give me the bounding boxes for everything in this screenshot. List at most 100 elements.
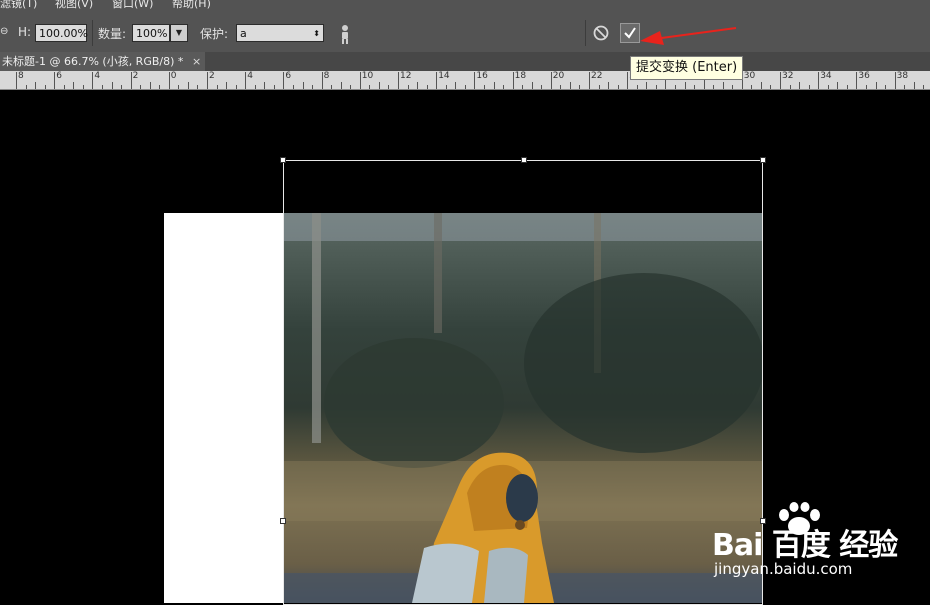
menu-bar: 滤镜(T) 视图(V) 窗口(W) 帮助(H) [0, 0, 930, 14]
ruler-label: 34 [820, 71, 832, 81]
ruler-minor-tick [226, 82, 228, 89]
ruler-minor-tick [770, 85, 772, 89]
protect-select[interactable]: a ⬍ [236, 24, 324, 42]
ruler-minor-tick [923, 85, 925, 89]
ruler-minor-tick [140, 85, 142, 89]
ruler-label: 4 [247, 71, 253, 81]
ruler-minor-tick [846, 85, 848, 89]
ruler-label: 2 [209, 71, 215, 81]
ruler-minor-tick [388, 85, 390, 89]
ruler-minor-tick [531, 82, 533, 89]
ruler-minor-tick [331, 85, 333, 89]
ruler-minor-tick [426, 85, 428, 89]
ruler-major-tick [321, 72, 323, 89]
ruler-minor-tick [417, 82, 419, 89]
ruler-label: 10 [361, 71, 374, 81]
ruler-major-tick [16, 72, 17, 89]
ruler-major-tick [207, 72, 208, 89]
ruler-minor-tick [674, 85, 676, 89]
transform-handle-middle-left[interactable] [280, 518, 286, 524]
ruler-minor-tick [273, 85, 275, 89]
quantity-input[interactable]: 100% [132, 24, 170, 42]
ruler-minor-tick [111, 82, 113, 89]
transform-handle-top-left[interactable] [280, 157, 286, 163]
menu-view[interactable]: 视图(V) [55, 0, 93, 11]
ruler-minor-tick [799, 82, 801, 89]
ruler-minor-tick [904, 85, 906, 89]
options-bar: ⊖ H: 100.00% 数量: 100% ▼ 保护: a ⬍ [0, 14, 930, 53]
ruler-minor-tick [312, 85, 314, 89]
ruler-minor-tick [455, 82, 457, 89]
document-tab[interactable]: 未标题-1 @ 66.7% (小孩, RGB/8) * × [0, 52, 205, 71]
ruler-minor-tick [340, 82, 342, 89]
ruler-minor-tick [101, 85, 103, 89]
ruler-label: 36 [858, 71, 870, 81]
ruler-minor-tick [827, 85, 829, 89]
select-arrows-icon: ⬍ [313, 29, 320, 38]
commit-checkmark-icon [624, 27, 636, 39]
menu-filter[interactable]: 滤镜(T) [0, 0, 37, 11]
ruler-label: 8 [18, 71, 24, 81]
ruler-minor-tick [608, 82, 610, 89]
ruler-label: 0 [170, 71, 177, 81]
ruler-label: 8 [323, 71, 330, 81]
ruler-label: 38 [896, 71, 909, 81]
height-input[interactable]: 100.00% [35, 24, 88, 42]
quantity-dropdown-button[interactable]: ▼ [170, 24, 188, 42]
ruler-label: 22 [591, 71, 603, 81]
ruler-minor-tick [464, 85, 466, 89]
ruler-major-tick [550, 72, 552, 89]
transform-handle-top-right[interactable] [760, 157, 766, 163]
ruler-minor-tick [522, 85, 524, 89]
ruler-minor-tick [579, 85, 581, 89]
menu-window[interactable]: 窗口(W) [112, 0, 153, 11]
ruler-major-tick [168, 72, 170, 89]
ruler-label: 14 [438, 71, 450, 81]
ruler-major-tick [894, 72, 896, 89]
ruler-minor-tick [264, 82, 266, 89]
ruler-minor-tick [407, 85, 409, 89]
ruler-minor-tick [216, 85, 218, 89]
ruler-minor-tick [541, 85, 543, 89]
ruler-minor-tick [569, 82, 571, 89]
ruler-minor-tick [25, 85, 27, 89]
separator [585, 20, 586, 46]
ruler-minor-tick [646, 82, 648, 89]
ruler-minor-tick [121, 85, 123, 89]
protect-label: 保护: [200, 27, 229, 41]
ruler-minor-tick [63, 85, 65, 89]
ruler-label: 2 [132, 71, 139, 81]
ruler-minor-tick [235, 85, 237, 89]
ruler-minor-tick [302, 82, 304, 89]
ruler-minor-tick [760, 82, 762, 89]
ruler-minor-tick [350, 85, 352, 89]
quantity-label: 数量: [98, 27, 127, 41]
ruler-minor-tick [722, 82, 724, 89]
link-icon[interactable]: ⊖ [0, 26, 8, 37]
ruler-minor-tick [875, 82, 877, 89]
ruler-minor-tick [636, 85, 638, 89]
ruler-label: 6 [285, 71, 292, 81]
ruler-minor-tick [378, 82, 380, 89]
ruler-major-tick [436, 72, 438, 89]
ruler-minor-tick [865, 85, 867, 89]
ruler-minor-tick [913, 82, 915, 89]
close-tab-icon[interactable]: × [192, 52, 201, 71]
ruler-label: 32 [782, 71, 794, 81]
ruler-minor-tick [694, 85, 696, 89]
commit-transform-tooltip: 提交变换 (Enter) [630, 56, 744, 80]
transform-bounding-box[interactable] [283, 160, 763, 605]
ruler-minor-tick [82, 85, 84, 89]
cancel-transform-icon[interactable] [593, 25, 609, 41]
protect-select-value: a [240, 27, 247, 40]
ruler-minor-tick [178, 85, 180, 89]
ruler-minor-tick [149, 82, 151, 89]
ruler-minor-tick [73, 82, 75, 89]
watermark-logo-text: Bai 百度 经验 [712, 528, 898, 563]
ruler-label: 30 [743, 71, 756, 81]
white-background-layer [164, 213, 284, 603]
menu-help[interactable]: 帮助(H) [172, 0, 211, 11]
ruler-minor-tick [483, 85, 485, 89]
person-icon[interactable] [338, 24, 352, 44]
transform-handle-top-center[interactable] [521, 157, 527, 163]
